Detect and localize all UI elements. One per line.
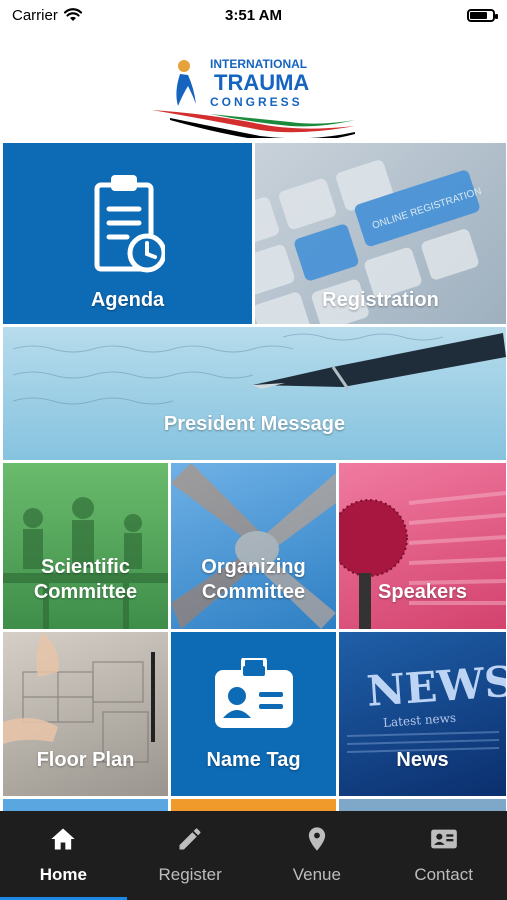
logo-line3: CONGRESS bbox=[210, 95, 303, 109]
battery-level bbox=[470, 11, 487, 19]
tile-speakers[interactable]: Speakers bbox=[339, 463, 506, 629]
nav-venue[interactable]: Venue bbox=[254, 811, 381, 900]
tile-peek-1[interactable] bbox=[3, 799, 168, 811]
tile-speakers-label: Speakers bbox=[378, 581, 467, 603]
tile-name-tag-label: Name Tag bbox=[206, 749, 301, 771]
battery-icon bbox=[467, 8, 498, 22]
tile-news[interactable]: NEWS Latest news News bbox=[339, 632, 506, 796]
bottom-nav: Home Register Venue Contact bbox=[0, 811, 507, 900]
nav-register-label: Register bbox=[158, 865, 222, 884]
nav-home-label: Home bbox=[39, 865, 87, 884]
nav-register[interactable]: Register bbox=[127, 811, 254, 900]
nav-venue-label: Venue bbox=[292, 865, 341, 884]
congress-logo: INTERNATIONAL TRAUMA CONGRESS bbox=[152, 57, 355, 138]
tile-registration[interactable]: ONLINE REGISTRATION Registration bbox=[255, 143, 506, 324]
tile-scientific-label-line1: Scientific bbox=[41, 556, 130, 578]
tile-floor-plan[interactable]: Floor Plan bbox=[3, 632, 168, 796]
wifi-icon bbox=[63, 8, 82, 21]
pencil-icon bbox=[179, 828, 201, 850]
carrier-label: Carrier bbox=[12, 6, 58, 24]
tile-president-label: President Message bbox=[163, 413, 346, 435]
news-banner-text: NEWS bbox=[365, 657, 506, 716]
tile-scientific-label-line2: Committee bbox=[33, 581, 138, 603]
tile-president-message[interactable]: President Message bbox=[3, 327, 506, 460]
tile-registration-label: Registration bbox=[322, 289, 439, 311]
app-header: INTERNATIONAL TRAUMA CONGRESS bbox=[0, 30, 507, 141]
carrier-group: Carrier bbox=[12, 7, 82, 24]
tile-organizing-committee[interactable]: Organizing Committee bbox=[171, 463, 336, 629]
fountain-pen-photo bbox=[12, 333, 506, 405]
tile-news-label: News bbox=[396, 749, 449, 771]
tile-peek-3[interactable] bbox=[339, 799, 506, 811]
tile-agenda-label: Agenda bbox=[90, 289, 165, 311]
nav-home[interactable]: Home bbox=[0, 811, 127, 900]
status-bar: Carrier 3:51 AM bbox=[0, 0, 507, 30]
nav-contact-label: Contact bbox=[414, 865, 473, 884]
contact-card-icon bbox=[430, 829, 457, 849]
tile-name-tag[interactable]: Name Tag bbox=[171, 632, 336, 796]
tile-organizing-label-line2: Committee bbox=[201, 581, 306, 603]
logo-line2: TRAUMA bbox=[214, 70, 309, 95]
logo-line1: INTERNATIONAL bbox=[210, 57, 307, 71]
tile-scientific-committee[interactable]: Scientific Committee bbox=[3, 463, 168, 629]
id-badge-icon bbox=[215, 658, 293, 728]
tile-peek-2[interactable] bbox=[171, 799, 336, 811]
clipboard-clock-icon bbox=[94, 175, 165, 273]
home-icon bbox=[51, 828, 76, 850]
tile-floor-plan-label: Floor Plan bbox=[36, 749, 135, 771]
tile-organizing-label-line1: Organizing bbox=[201, 556, 306, 578]
tile-agenda[interactable]: Agenda bbox=[3, 143, 252, 324]
location-pin-icon bbox=[308, 827, 326, 851]
nav-contact[interactable]: Contact bbox=[380, 811, 507, 900]
